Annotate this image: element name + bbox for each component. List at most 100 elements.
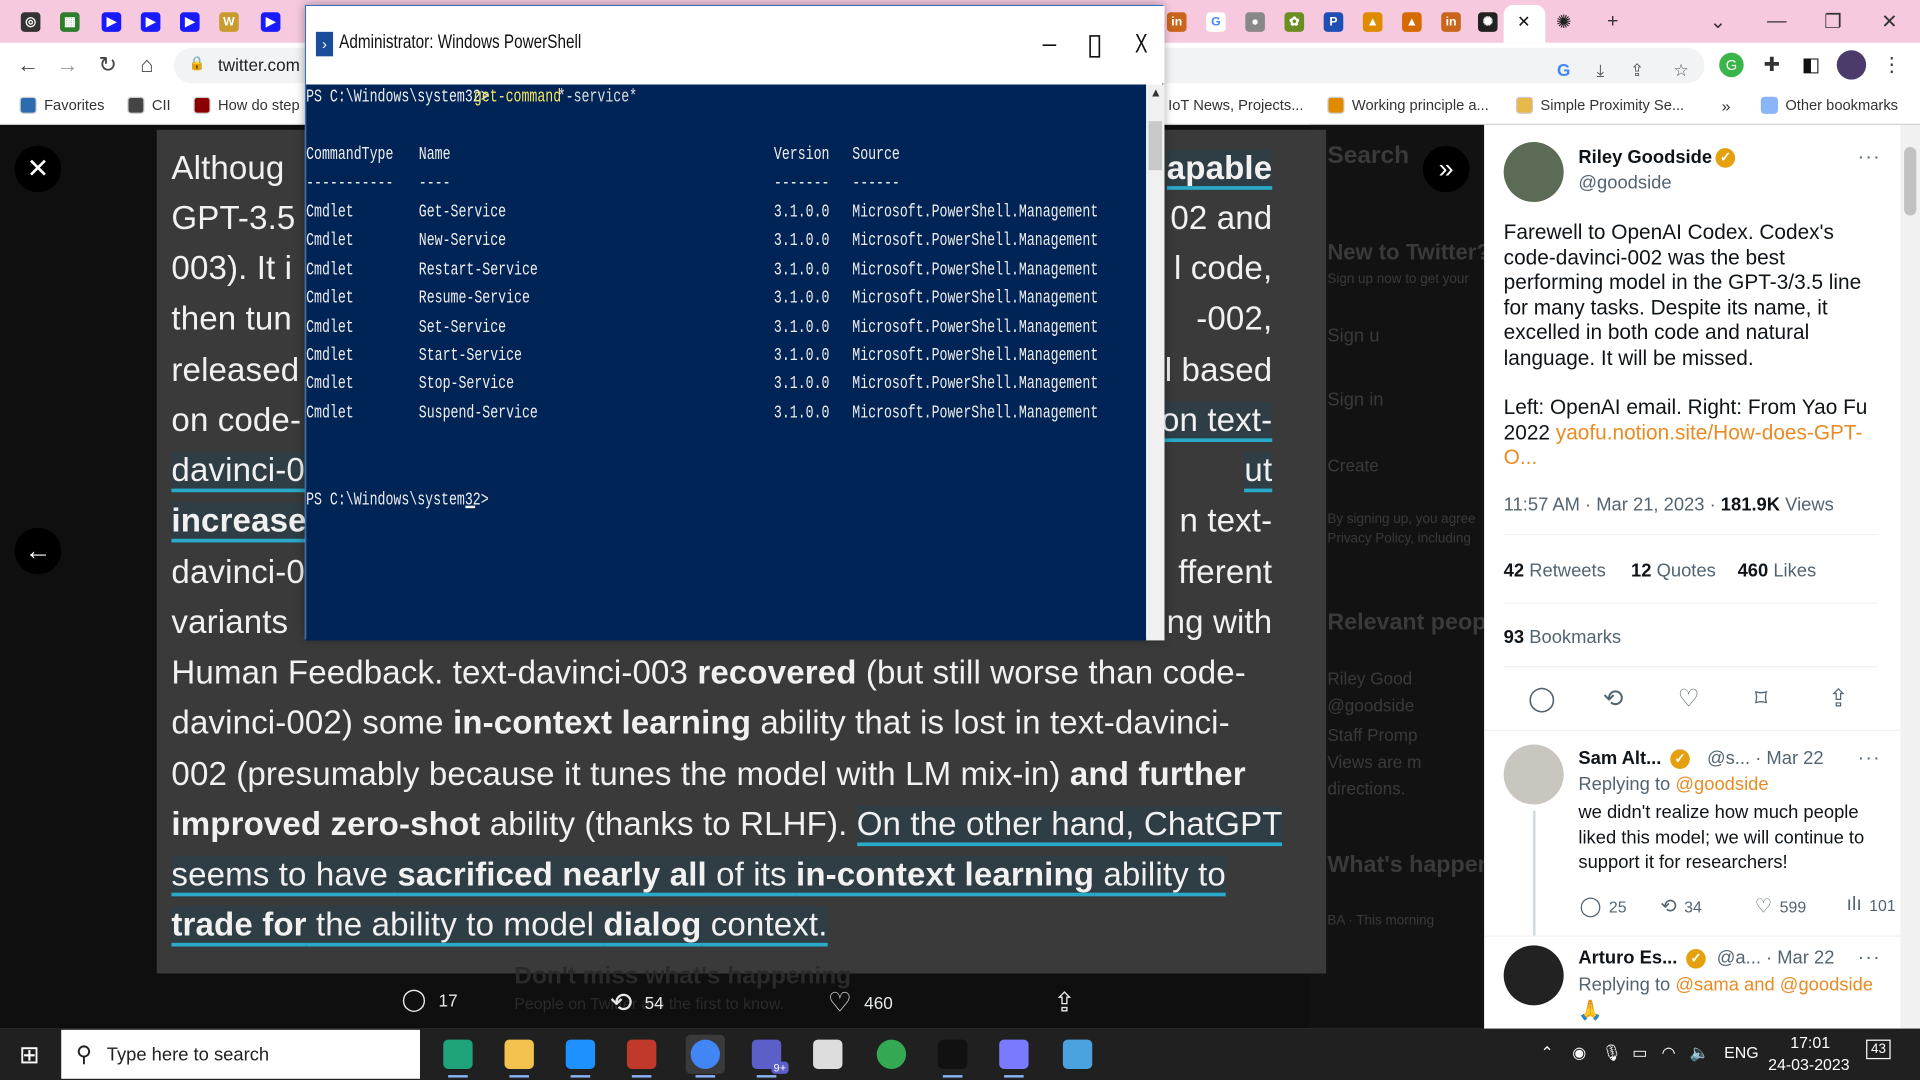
previous-media-button[interactable]: ← [14,527,62,575]
lock-icon[interactable]: 🔒 [189,55,206,71]
tab-search-button[interactable]: ⌄ [1690,0,1746,43]
taskbar-app[interactable] [438,1035,477,1078]
close-window-button[interactable]: ✕ [1861,0,1917,43]
browser-tab[interactable]: ● [1239,6,1271,38]
browser-tab[interactable]: ▦ [54,6,86,38]
browser-tab[interactable]: ✿ [1278,6,1310,38]
reply-views-button[interactable]: ılı 101 [1847,894,1896,916]
taskbar-app[interactable] [685,1034,725,1078]
taskbar-app[interactable] [994,1035,1033,1078]
browser-tab[interactable]: in [1435,6,1467,38]
avatar[interactable] [1503,945,1564,1006]
scrollbar[interactable] [1900,124,1920,1029]
notification-center[interactable]: 43 [1866,1039,1891,1060]
reply-button[interactable]: ◯ 17 [402,987,458,1013]
browser-tab[interactable]: ▶ [96,6,128,38]
url-text[interactable]: twitter.com [218,55,300,75]
tweet-timestamp[interactable]: 11:57 AM · Mar 21, 2023 · 181.9K Views [1504,495,1834,516]
minimize-button[interactable]: — [1749,0,1805,43]
retweets-stat[interactable]: 42 Retweets [1504,561,1606,582]
install-icon[interactable]: ⤓ [1587,56,1614,83]
browser-tab[interactable]: ▶ [174,6,206,38]
reply-handle[interactable]: @s... · Mar 22 [1707,748,1824,769]
retweet-icon[interactable]: ⟲ [1603,683,1624,714]
google-lens-icon[interactable]: G [1550,56,1577,83]
avatar[interactable] [1503,142,1564,203]
bookmarks-overflow-button[interactable]: » [1722,97,1731,115]
more-options-icon[interactable]: ··· [1858,147,1881,169]
taskbar-app[interactable] [1058,1035,1097,1074]
bookmark-item[interactable]: Working principle a... [1327,96,1489,114]
microphone-icon[interactable]: 🎙 [1602,1043,1622,1063]
reply-author-name[interactable]: Arturo Es... ✓ [1578,948,1706,969]
bookmark-item[interactable]: How do step [193,96,300,114]
bookmark-icon[interactable]: ⌑ [1755,683,1768,714]
bookmark-item[interactable]: IoT News, Projects... [1143,96,1303,114]
reload-button[interactable]: ↻ [89,43,126,88]
browser-tab[interactable]: ✺ [1472,6,1504,38]
close-media-button[interactable]: ✕ [14,145,62,193]
bookmark-item[interactable]: Simple Proximity Se... [1515,96,1684,114]
powershell-window[interactable]: › Administrator: Windows PowerShell – ▯ … [304,4,1165,641]
clock-time[interactable]: 17:01 [1790,1033,1830,1051]
grammarly-icon[interactable]: G [1719,52,1744,78]
restore-button[interactable]: ❐ [1805,0,1861,43]
heart-icon[interactable]: ♡ [1678,683,1700,714]
reply-icon[interactable]: ◯ [1528,683,1555,714]
taskbar-app[interactable] [933,1035,972,1078]
volume-icon[interactable]: 🔈 [1690,1043,1710,1063]
avatar[interactable] [1503,744,1564,805]
taskbar-search[interactable]: ⚲ Type here to search [61,1029,421,1079]
reply-like-button[interactable]: ♡ 599 [1755,894,1806,918]
likes-stat[interactable]: 460 Likes [1738,561,1817,582]
replying-to-link[interactable]: @goodside [1675,774,1768,795]
scrollbar-thumb[interactable] [1904,146,1917,216]
more-options-icon[interactable]: ··· [1858,948,1881,970]
bookmark-item[interactable]: CII [127,96,171,114]
active-tab[interactable]: ✕ [1503,4,1546,43]
wifi-icon[interactable]: ◠ [1662,1043,1676,1063]
expand-panel-button[interactable]: » [1422,145,1470,193]
reply-handle[interactable]: @a... · Mar 22 [1717,948,1835,969]
author-handle[interactable]: @goodside [1578,173,1671,194]
reply-reply-button[interactable]: ◯ 25 [1580,894,1627,918]
taskbar-app[interactable] [500,1035,539,1078]
tab-openai[interactable]: ✺ [1548,6,1580,38]
taskbar-app[interactable]: 9+ [747,1035,789,1078]
more-options-icon[interactable]: ··· [1858,748,1881,770]
share-icon[interactable]: ⇪ [1624,56,1651,83]
ps-maximize-button[interactable]: ▯ [1076,26,1113,63]
ps-minimize-button[interactable]: – [1031,26,1068,63]
powershell-titlebar[interactable]: › Administrator: Windows PowerShell – ▯ … [306,6,1165,84]
scroll-up-icon[interactable]: ▲ [1150,87,1162,100]
security-icon[interactable]: ◉ [1572,1043,1586,1063]
close-tab-icon[interactable]: ✕ [1517,12,1530,32]
browser-tab[interactable]: P [1318,6,1350,38]
menu-icon[interactable]: ⋮ [1878,51,1905,78]
browser-tab[interactable]: ◎ [15,6,47,38]
author-name[interactable]: Riley Goodside ✓ [1578,147,1736,168]
replying-to-link[interactable]: @sama and @goodside [1675,975,1873,996]
ps-scrollbar[interactable]: ▲ [1146,84,1165,641]
language-indicator[interactable]: ENG [1724,1043,1758,1061]
browser-tab[interactable]: W [213,6,245,38]
share-button[interactable]: ⇪ [1053,987,1076,1019]
browser-tab[interactable]: in [1161,6,1193,38]
share-icon[interactable]: ⇪ [1828,683,1849,714]
profile-avatar[interactable] [1836,50,1867,80]
tweet-link[interactable]: yaofu.notion.site/How-does-GPT-O... [1504,421,1863,469]
clock-date[interactable]: 24-03-2023 [1768,1056,1849,1074]
bookmark-item[interactable]: Favorites [19,96,105,114]
bookmark-star-icon[interactable]: ☆ [1668,56,1695,83]
reply-retweet-button[interactable]: ⟲ 34 [1660,894,1701,918]
chevron-up-icon[interactable]: ⌃ [1540,1043,1553,1063]
powershell-console[interactable]: PS C:\Windows\system32> get-command *-se… [306,84,1147,641]
retweet-button[interactable]: ⟲ 54 [610,987,664,1019]
browser-tab[interactable]: G [1200,6,1232,38]
ps-scrollbar-thumb[interactable] [1148,121,1163,171]
taskbar-app[interactable] [622,1035,661,1078]
forward-button[interactable]: → [49,43,86,88]
bookmarks-stat[interactable]: 93 Bookmarks [1504,627,1621,648]
home-button[interactable]: ⌂ [129,43,166,88]
taskbar-app[interactable] [808,1035,847,1074]
